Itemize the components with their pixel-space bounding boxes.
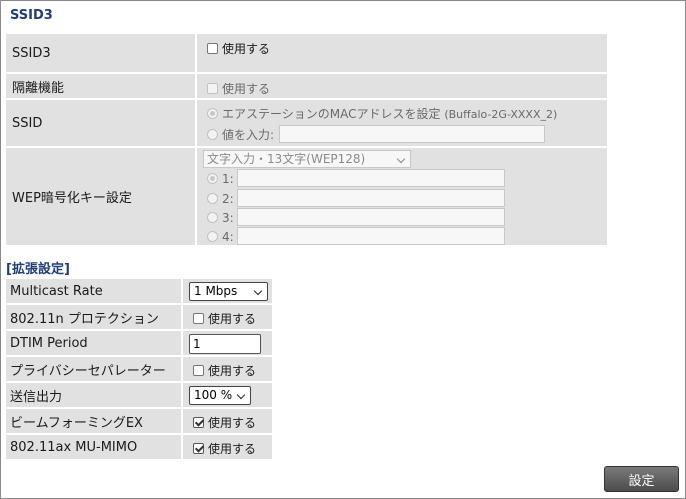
ssid-mac-radio[interactable] (207, 108, 218, 119)
wep-key1-input[interactable] (237, 169, 505, 187)
wep-key2-input[interactable] (237, 189, 505, 207)
mu-mimo-value: 使用する (183, 435, 272, 459)
privacy-separator-checkbox-label: 使用する (208, 364, 257, 378)
mu-mimo-row: 802.11ax MU-MIMO 使用する (6, 435, 272, 459)
wep-value: 文字入力・13文字(WEP128) 1: 2: 3: 4: (197, 148, 607, 245)
beamforming-checkbox[interactable] (193, 417, 204, 428)
ssid-text-input[interactable] (279, 125, 545, 143)
isolation-checkbox[interactable] (207, 83, 218, 94)
wep-key3-radio[interactable] (207, 212, 218, 223)
mu-mimo-label: 802.11ax MU-MIMO (6, 435, 181, 459)
wep-key1-label: 1: (222, 172, 234, 186)
dtim-label: DTIM Period (6, 331, 181, 355)
beamforming-checkbox-label: 使用する (208, 416, 257, 430)
protection-checkbox-label: 使用する (208, 312, 257, 326)
wep-row: WEP暗号化キー設定 文字入力・13文字(WEP128) 1: 2: 3: 4: (6, 148, 607, 245)
mu-mimo-checkbox[interactable] (193, 443, 204, 454)
protection-value: 使用する (183, 305, 272, 329)
wep-key4-input[interactable] (237, 227, 505, 245)
privacy-separator-checkbox[interactable] (193, 365, 204, 376)
wep-key2-radio[interactable] (207, 193, 218, 204)
protection-label: 802.11n プロテクション (6, 305, 181, 329)
isolation-label: 隔離機能 (6, 74, 195, 98)
dtim-value: 1 (183, 331, 272, 355)
protection-row: 802.11n プロテクション 使用する (6, 305, 272, 329)
submit-button[interactable]: 設定 (604, 466, 679, 492)
tx-power-select[interactable]: 100 % (189, 386, 251, 405)
wep-key3-label: 3: (222, 211, 234, 225)
ssid-row: SSID エアステーションのMACアドレスを設定 (Buffalo-2G-XXX… (6, 100, 607, 146)
chevron-down-icon (396, 154, 406, 164)
multicast-rate-label: Multicast Rate (6, 279, 181, 303)
ssid-input-option-label: 値を入力: (222, 128, 275, 142)
ssid-label: SSID (6, 100, 195, 146)
ssid3-label: SSID3 (6, 34, 195, 72)
wep-key2-label: 2: (222, 192, 234, 206)
dtim-input[interactable]: 1 (189, 334, 261, 354)
wep-key4-label: 4: (222, 230, 234, 244)
tx-power-row: 送信出力 100 % (6, 383, 272, 407)
multicast-rate-row: Multicast Rate 1 Mbps (6, 279, 272, 303)
multicast-rate-select-value: 1 Mbps (194, 284, 238, 298)
isolation-row: 隔離機能 使用する (6, 74, 607, 98)
dtim-row: DTIM Period 1 (6, 331, 272, 355)
beamforming-row: ビームフォーミングEX 使用する (6, 409, 272, 433)
tx-power-label: 送信出力 (6, 383, 181, 407)
protection-checkbox[interactable] (193, 313, 204, 324)
section-title: SSID3 (10, 8, 53, 23)
privacy-separator-label: プライバシーセパレーター (6, 357, 181, 381)
tx-power-value: 100 % (183, 383, 272, 407)
ssid-mac-hint: (Buffalo-2G-XXXX_2) (444, 108, 558, 121)
tx-power-select-value: 100 % (194, 388, 233, 402)
ssid3-checkbox-label: 使用する (222, 42, 271, 56)
wep-key3-input[interactable] (237, 208, 505, 226)
ssid-input-radio[interactable] (207, 129, 218, 140)
isolation-checkbox-label: 使用する (222, 82, 271, 96)
wep-type-select-value: 文字入力・13文字(WEP128) (207, 152, 366, 166)
chevron-down-icon (253, 286, 263, 296)
wep-key1-radio[interactable] (207, 173, 218, 184)
wep-type-select[interactable]: 文字入力・13文字(WEP128) (203, 150, 411, 168)
ssid3-row: SSID3 使用する (6, 34, 607, 72)
chevron-down-icon (236, 390, 246, 400)
mu-mimo-checkbox-label: 使用する (208, 442, 257, 456)
beamforming-value: 使用する (183, 409, 272, 433)
multicast-rate-select[interactable]: 1 Mbps (189, 282, 268, 301)
privacy-separator-row: プライバシーセパレーター 使用する (6, 357, 272, 381)
ssid-value: エアステーションのMACアドレスを設定 (Buffalo-2G-XXXX_2) … (197, 100, 607, 146)
ssid3-value: 使用する (197, 34, 607, 72)
extended-settings-title: [拡張設定] (6, 262, 70, 277)
wep-key4-radio[interactable] (207, 231, 218, 242)
wep-label: WEP暗号化キー設定 (6, 148, 195, 245)
ssid3-checkbox[interactable] (207, 43, 218, 54)
ssid-mac-option-label: エアステーションのMACアドレスを設定 (222, 107, 441, 121)
multicast-rate-value: 1 Mbps (183, 279, 272, 303)
beamforming-label: ビームフォーミングEX (6, 409, 181, 433)
isolation-value: 使用する (197, 74, 607, 98)
privacy-separator-value: 使用する (183, 357, 272, 381)
